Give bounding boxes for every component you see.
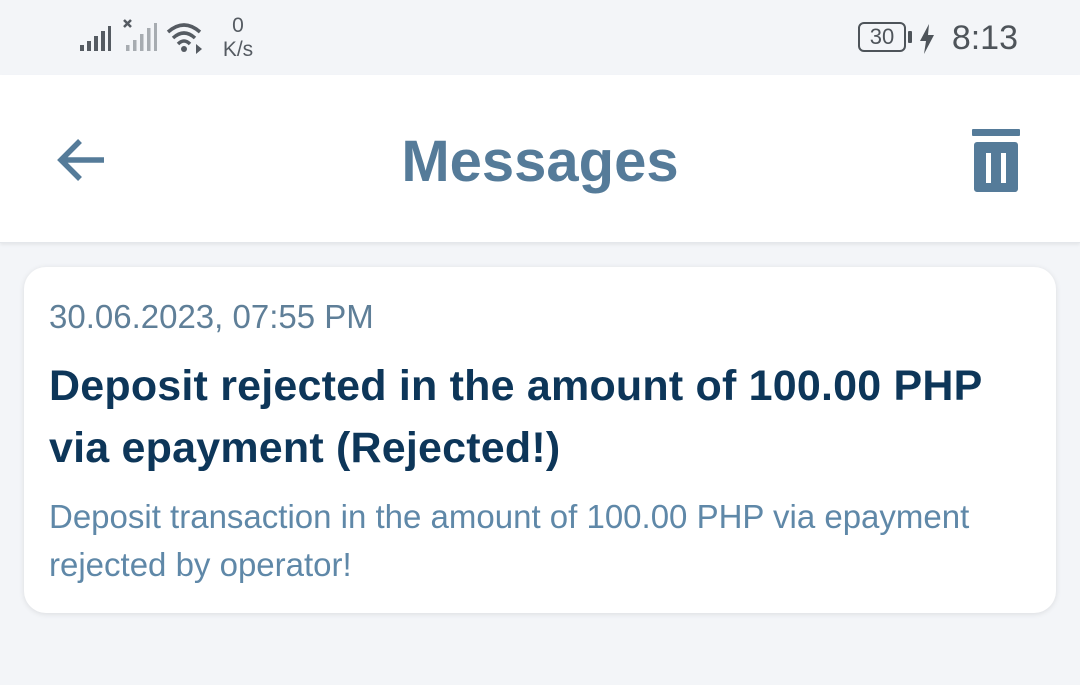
message-date: 30.06.2023, 07:55 PM bbox=[49, 298, 374, 335]
battery-indicator: 30 bbox=[858, 22, 906, 52]
network-speed-value: 0 bbox=[232, 14, 244, 37]
message-title: Deposit rejected in the amount of 100.00… bbox=[49, 362, 982, 472]
delete-all-button[interactable] bbox=[968, 127, 1024, 197]
message-body: Deposit transaction in the amount of 100… bbox=[49, 498, 970, 583]
back-button[interactable] bbox=[52, 131, 112, 191]
trash-icon bbox=[972, 129, 1020, 192]
signal-icon bbox=[80, 26, 111, 51]
battery-cap bbox=[908, 31, 912, 43]
charging-bolt-icon bbox=[920, 24, 934, 54]
status-bar: 0 K/s 30 8:13 bbox=[0, 0, 1080, 75]
message-card[interactable]: 30.06.2023, 07:55 PM Deposit rejected in… bbox=[24, 267, 1056, 613]
network-speed-unit: K/s bbox=[222, 38, 254, 61]
arrow-left-icon bbox=[57, 139, 104, 181]
app-header: Messages bbox=[0, 75, 1080, 243]
network-speed: 0 K/s bbox=[218, 14, 258, 62]
status-time: 8:13 bbox=[951, 19, 1018, 57]
signal-no-sim-icon bbox=[123, 19, 157, 51]
page-title: Messages bbox=[401, 129, 679, 194]
wifi-icon bbox=[166, 23, 202, 54]
